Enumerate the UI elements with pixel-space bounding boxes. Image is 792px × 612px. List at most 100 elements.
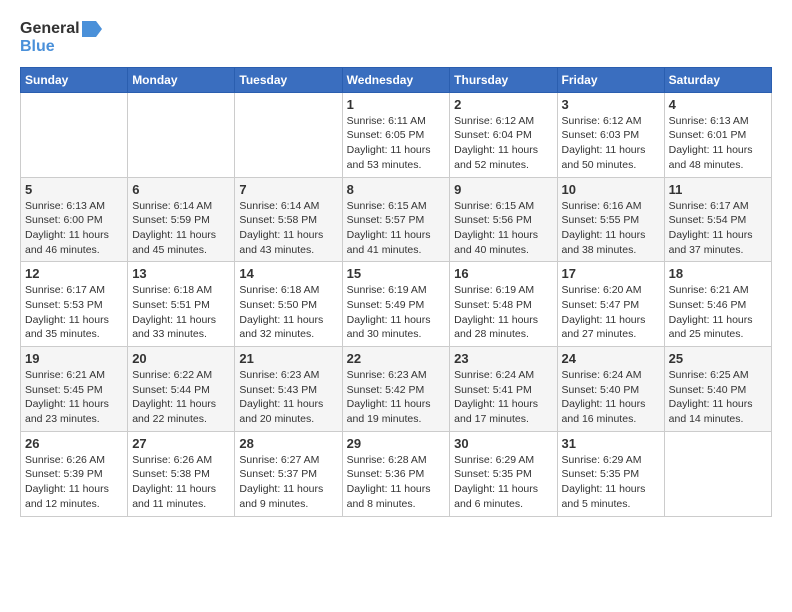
weekday-header-saturday: Saturday [664,67,771,92]
day-info: Sunrise: 6:19 AM Sunset: 5:48 PM Dayligh… [454,283,552,342]
calendar-empty-cell [128,92,235,177]
day-info: Sunrise: 6:13 AM Sunset: 6:01 PM Dayligh… [669,114,767,173]
weekday-header-tuesday: Tuesday [235,67,342,92]
day-number: 19 [25,351,123,366]
calendar-table: SundayMondayTuesdayWednesdayThursdayFrid… [20,67,772,517]
day-number: 7 [239,182,337,197]
day-number: 11 [669,182,767,197]
day-number: 1 [347,97,446,112]
day-number: 14 [239,266,337,281]
day-info: Sunrise: 6:15 AM Sunset: 5:57 PM Dayligh… [347,199,446,258]
calendar-day-20: 20Sunrise: 6:22 AM Sunset: 5:44 PM Dayli… [128,347,235,432]
calendar-day-31: 31 Sunrise: 6:29 AM Sunset: 5:35 PM Dayli… [557,431,664,516]
weekday-header-monday: Monday [128,67,235,92]
day-info: Sunrise: 6:26 AM Sunset: 5:38 PM Dayligh… [132,453,230,512]
day-info: Sunrise: 6:21 AM Sunset: 5:45 PM Dayligh… [25,368,123,427]
day-number: 26 [25,436,123,451]
weekday-header-sunday: Sunday [21,67,128,92]
logo-icon [82,21,102,37]
day-info: Sunrise: 6:13 AM Sunset: 6:00 PM Dayligh… [25,199,123,258]
calendar-day-25: 25 Sunrise: 6:25 AM Sunset: 5:40 PM Dayli… [664,347,771,432]
day-info: Sunrise: 6:15 AM Sunset: 5:56 PM Dayligh… [454,199,552,258]
day-number: 8 [347,182,446,197]
logo: General Blue [20,20,102,57]
day-info: Sunrise: 6:29 AM Sunset: 5:35 PM Dayligh… [454,453,552,512]
calendar-day-29: 29 Sunrise: 6:28 AM Sunset: 5:36 PM Dayli… [342,431,450,516]
calendar-day-27: 27 Sunrise: 6:26 AM Sunset: 5:38 PM Dayli… [128,431,235,516]
calendar-day-19: 19 Sunrise: 6:21 AM Sunset: 5:45 PM Dayli… [21,347,128,432]
calendar-week-2: 5 Sunrise: 6:13 AM Sunset: 6:00 PM Daylig… [21,177,772,262]
day-info: Sunrise: 6:24 AM Sunset: 5:40 PM Dayligh… [562,368,660,427]
logo-text-blue: Blue [20,38,55,55]
day-number: 28 [239,436,337,451]
day-info: Sunrise: 6:23 AM Sunset: 5:43 PM Dayligh… [239,368,337,427]
calendar-week-1: 1 Sunrise: 6:11 AM Sunset: 6:05 PM Daylig… [21,92,772,177]
day-info: Sunrise: 6:12 AM Sunset: 6:04 PM Dayligh… [454,114,552,173]
calendar-day-24: 24 Sunrise: 6:24 AM Sunset: 5:40 PM Dayli… [557,347,664,432]
day-info: Sunrise: 6:29 AM Sunset: 5:35 PM Dayligh… [562,453,660,512]
day-number: 25 [669,351,767,366]
day-info: Sunrise: 6:18 AM Sunset: 5:50 PM Dayligh… [239,283,337,342]
day-number: 22 [347,351,446,366]
weekday-header-friday: Friday [557,67,664,92]
day-info: Sunrise: 6:14 AM Sunset: 5:58 PM Dayligh… [239,199,337,258]
calendar-day-18: 18 Sunrise: 6:21 AM Sunset: 5:46 PM Dayli… [664,262,771,347]
calendar-day-11: 11Sunrise: 6:17 AM Sunset: 5:54 PM Dayli… [664,177,771,262]
day-info: Sunrise: 6:14 AM Sunset: 5:59 PM Dayligh… [132,199,230,258]
calendar-day-10: 10Sunrise: 6:16 AM Sunset: 5:55 PM Dayli… [557,177,664,262]
day-number: 23 [454,351,552,366]
day-info: Sunrise: 6:18 AM Sunset: 5:51 PM Dayligh… [132,283,230,342]
calendar-day-12: 12Sunrise: 6:17 AM Sunset: 5:53 PM Dayli… [21,262,128,347]
day-number: 21 [239,351,337,366]
day-info: Sunrise: 6:27 AM Sunset: 5:37 PM Dayligh… [239,453,337,512]
day-number: 6 [132,182,230,197]
calendar-week-3: 12Sunrise: 6:17 AM Sunset: 5:53 PM Dayli… [21,262,772,347]
calendar-day-14: 14 Sunrise: 6:18 AM Sunset: 5:50 PM Dayli… [235,262,342,347]
day-number: 30 [454,436,552,451]
day-number: 15 [347,266,446,281]
calendar-day-4: 4 Sunrise: 6:13 AM Sunset: 6:01 PM Daylig… [664,92,771,177]
calendar-day-15: 15Sunrise: 6:19 AM Sunset: 5:49 PM Dayli… [342,262,450,347]
day-info: Sunrise: 6:23 AM Sunset: 5:42 PM Dayligh… [347,368,446,427]
weekday-header-row: SundayMondayTuesdayWednesdayThursdayFrid… [21,67,772,92]
calendar-day-9: 9 Sunrise: 6:15 AM Sunset: 5:56 PM Daylig… [450,177,557,262]
day-info: Sunrise: 6:16 AM Sunset: 5:55 PM Dayligh… [562,199,660,258]
day-info: Sunrise: 6:25 AM Sunset: 5:40 PM Dayligh… [669,368,767,427]
day-number: 24 [562,351,660,366]
day-number: 2 [454,97,552,112]
day-info: Sunrise: 6:17 AM Sunset: 5:53 PM Dayligh… [25,283,123,342]
day-info: Sunrise: 6:26 AM Sunset: 5:39 PM Dayligh… [25,453,123,512]
day-number: 31 [562,436,660,451]
calendar-day-13: 13Sunrise: 6:18 AM Sunset: 5:51 PM Dayli… [128,262,235,347]
day-number: 16 [454,266,552,281]
calendar-day-2: 2 Sunrise: 6:12 AM Sunset: 6:04 PM Daylig… [450,92,557,177]
calendar-day-30: 30 Sunrise: 6:29 AM Sunset: 5:35 PM Dayli… [450,431,557,516]
weekday-header-wednesday: Wednesday [342,67,450,92]
calendar-empty-cell [664,431,771,516]
day-info: Sunrise: 6:12 AM Sunset: 6:03 PM Dayligh… [562,114,660,173]
day-number: 29 [347,436,446,451]
logo-text-general: General [20,20,80,38]
day-number: 18 [669,266,767,281]
day-info: Sunrise: 6:11 AM Sunset: 6:05 PM Dayligh… [347,114,446,173]
day-number: 27 [132,436,230,451]
calendar-day-26: 26 Sunrise: 6:26 AM Sunset: 5:39 PM Dayli… [21,431,128,516]
calendar-week-5: 26 Sunrise: 6:26 AM Sunset: 5:39 PM Dayli… [21,431,772,516]
page-header: General Blue [20,20,772,57]
calendar-day-17: 17 Sunrise: 6:20 AM Sunset: 5:47 PM Dayli… [557,262,664,347]
calendar-day-16: 16 Sunrise: 6:19 AM Sunset: 5:48 PM Dayli… [450,262,557,347]
calendar-day-6: 6 Sunrise: 6:14 AM Sunset: 5:59 PM Daylig… [128,177,235,262]
day-number: 9 [454,182,552,197]
calendar-day-5: 5 Sunrise: 6:13 AM Sunset: 6:00 PM Daylig… [21,177,128,262]
day-info: Sunrise: 6:21 AM Sunset: 5:46 PM Dayligh… [669,283,767,342]
day-info: Sunrise: 6:24 AM Sunset: 5:41 PM Dayligh… [454,368,552,427]
calendar-day-8: 8 Sunrise: 6:15 AM Sunset: 5:57 PM Daylig… [342,177,450,262]
day-number: 17 [562,266,660,281]
calendar-empty-cell [21,92,128,177]
calendar-day-22: 22 Sunrise: 6:23 AM Sunset: 5:42 PM Dayli… [342,347,450,432]
calendar-day-1: 1 Sunrise: 6:11 AM Sunset: 6:05 PM Daylig… [342,92,450,177]
day-info: Sunrise: 6:28 AM Sunset: 5:36 PM Dayligh… [347,453,446,512]
day-info: Sunrise: 6:20 AM Sunset: 5:47 PM Dayligh… [562,283,660,342]
day-number: 5 [25,182,123,197]
day-number: 4 [669,97,767,112]
